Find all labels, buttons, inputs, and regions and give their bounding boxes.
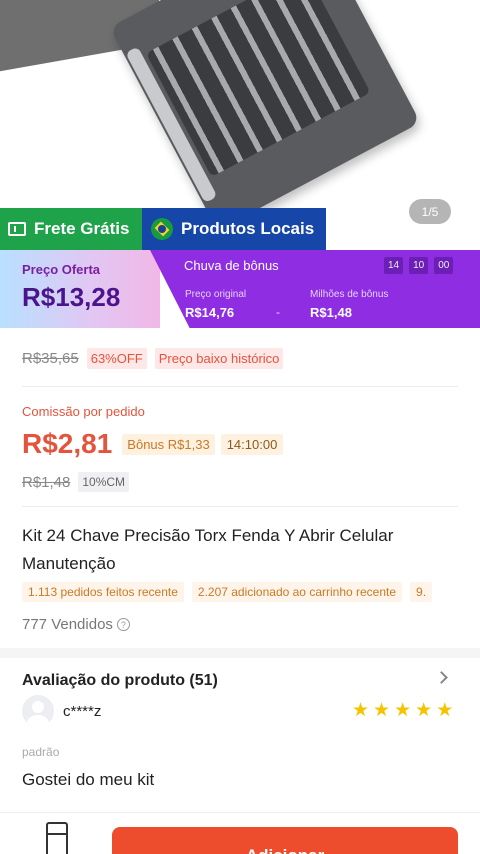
discount-tag: 63%OFF [86,348,147,369]
review-section-title[interactable]: Avaliação do produto (51) [22,672,218,690]
original-price-label: Preço original [185,289,247,300]
section-separator [0,648,480,658]
countdown-minutes: 10 [409,257,429,274]
original-price: R$14,76 [185,305,235,320]
avatar [22,695,54,727]
commission-value: R$2,81 [22,428,113,459]
commission-rate-tag: 10%CM [78,472,130,492]
commission-timer: 14:10:00 [220,433,284,455]
old-price: R$35,65 [22,350,79,367]
orders-chip: 1.113 pedidos feitos recente [22,582,184,602]
star-icon: ★ [436,700,454,721]
divider [22,506,458,507]
countdown-timer: 14 10 00 [384,257,454,274]
free-shipping-label: Frete Grátis [34,219,130,238]
extra-chip: 9. [410,582,433,602]
star-icon: ★ [415,700,433,721]
old-price-row: R$35,65 63%OFF Preço baixo histórico [22,348,284,369]
sold-count[interactable]: 777 Vendidos ? [22,616,130,633]
activity-chips: 1.113 pedidos feitos recente 2.207 adici… [22,582,480,602]
cart-adds-chip: 2.207 adicionado ao carrinho recente [191,582,403,602]
historic-low-tag: Preço baixo histórico [154,348,284,369]
star-icon: ★ [352,700,370,721]
bonus-event-label: Chuva de bônus [184,258,279,273]
bonus-millions-value: R$1,48 [310,305,352,320]
offer-price-box: Preço Oferta R$13,28 [0,250,160,328]
review-variant: padrão [22,745,60,759]
offer-price: R$13,28 [22,282,121,312]
countdown-seconds: 00 [434,257,454,274]
minus-sign: - [276,305,280,319]
commission-old-value: R$1,48 [22,473,71,491]
review-username: c****z [63,703,102,720]
product-page: 1/5 Frete Grátis Produtos Locais Preço O… [0,0,480,854]
add-to-cart-button[interactable]: Adicionar [112,827,458,854]
divider [22,386,458,387]
star-icon: ★ [394,700,412,721]
info-icon[interactable]: ? [116,618,130,631]
commission-row: R$2,81 Bônus R$1,33 14:10:00 [22,428,284,460]
review-stars: ★ ★ ★ ★ ★ [352,701,453,720]
ticket-icon [8,222,26,236]
star-icon: ★ [373,700,391,721]
local-products-badge: Produtos Locais [142,208,326,250]
sold-label: 777 Vendidos [22,616,113,633]
review-comment: Gostei do meu kit [22,770,155,789]
image-pager: 1/5 [409,199,451,224]
chevron-right-icon[interactable] [435,671,448,684]
commission-old-row: R$1,48 10%CM [22,472,130,492]
commission-bonus-tag: Bônus R$1,33 [122,433,215,455]
bonus-millions-label: Milhões de bônus [310,289,389,300]
bit-case-image [109,0,421,231]
local-products-label: Produtos Locais [181,219,315,238]
brazil-flag-icon [151,218,173,240]
free-shipping-badge: Frete Grátis [0,208,142,250]
cart-icon[interactable] [46,822,68,854]
offer-price-label: Preço Oferta [22,262,101,277]
commission-label: Comissão por pedido [22,404,145,419]
countdown-hours: 14 [384,257,404,274]
product-title: Kit 24 Chave Precisão Torx Fenda Y Abrir… [22,526,394,573]
